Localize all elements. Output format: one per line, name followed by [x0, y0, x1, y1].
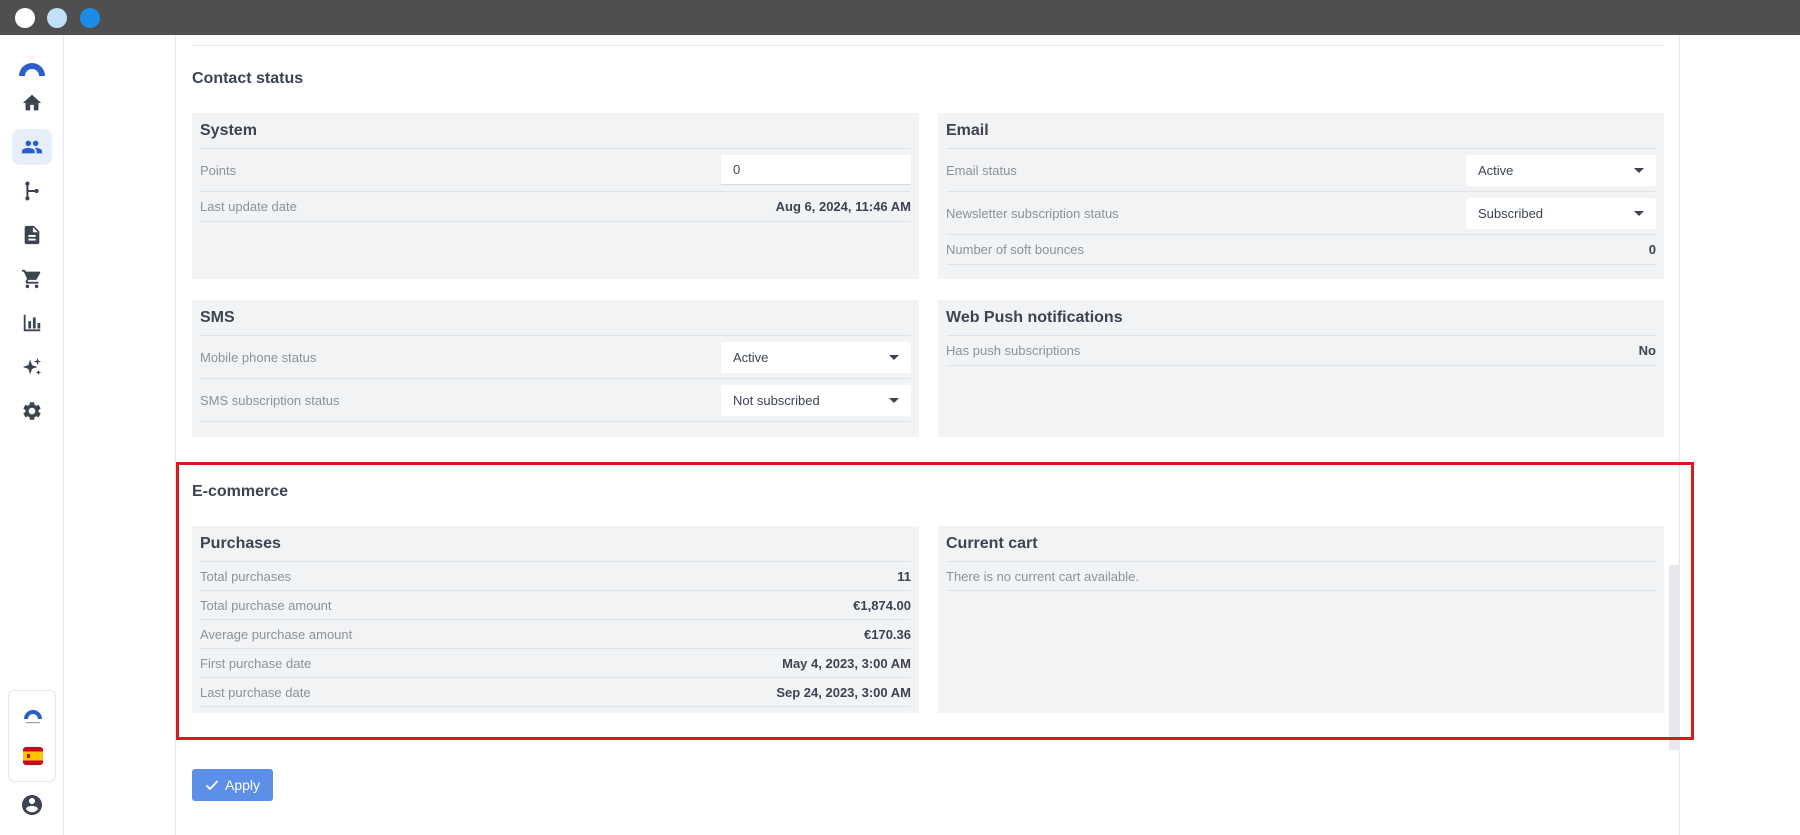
scrollbar[interactable] [1669, 565, 1679, 750]
table-row: Last purchase date Sep 24, 2023, 3:00 AM [200, 678, 911, 707]
newsletter-row: Newsletter subscription status Subscribe… [946, 192, 1656, 235]
soft-bounces-row: Number of soft bounces 0 [946, 235, 1656, 265]
empty-cart-row: There is no current cart available. [946, 562, 1656, 591]
flow-icon [25, 181, 39, 201]
ecommerce-title: E-commerce [192, 483, 289, 500]
sidebar-item-contacts[interactable] [12, 129, 52, 165]
sidebar-item-documents[interactable] [12, 217, 52, 253]
soft-bounces-value: 0 [1648, 242, 1656, 257]
last-update-row: Last update date Aug 6, 2024, 11:46 AM [200, 192, 911, 222]
table-row: Total purchases 11 [200, 562, 911, 591]
window-minimize-button[interactable] [47, 8, 67, 28]
cart-icon [21, 269, 41, 289]
sms-subscription-row: SMS subscription status Not subscribed [200, 379, 911, 422]
user-account-icon[interactable] [20, 793, 44, 817]
window-titlebar [0, 0, 1800, 35]
sparkle-icon [22, 357, 42, 376]
system-panel-title: System [200, 122, 257, 139]
purchases-panel: Purchases Total purchases 11 Total purch… [192, 526, 919, 713]
email-panel: Email Email status Active Newsletter sub… [938, 113, 1664, 279]
divider [192, 45, 1664, 46]
email-status-row: Email status Active [946, 149, 1656, 192]
sms-subscription-value: Not subscribed [733, 392, 820, 408]
total-purchases-value: 11 [897, 568, 911, 584]
web-push-panel-title: Web Push notifications [946, 309, 1123, 326]
sidebar-item-settings[interactable] [12, 393, 52, 429]
points-input[interactable]: 0 [721, 155, 911, 185]
first-purchase-date-value: May 4, 2023, 3:00 AM [782, 655, 911, 671]
sidebar-bottom-group [8, 690, 56, 782]
chevron-down-icon [889, 354, 899, 360]
total-purchase-amount-value: €1,874.00 [853, 597, 911, 613]
has-push-label: Has push subscriptions [946, 343, 1081, 358]
apply-button[interactable]: Apply [192, 769, 273, 801]
sidebar-item-home[interactable] [12, 85, 52, 121]
last-purchase-date-label: Last purchase date [200, 684, 311, 700]
points-label: Points [200, 162, 237, 178]
total-purchases-label: Total purchases [200, 568, 292, 584]
table-row: Average purchase amount €170.36 [200, 620, 911, 649]
soft-bounces-label: Number of soft bounces [946, 242, 1085, 257]
last-update-label: Last update date [200, 199, 297, 214]
last-update-value: Aug 6, 2024, 11:46 AM [775, 199, 911, 214]
purchases-panel-title: Purchases [200, 535, 281, 552]
sidebar-item-ecommerce[interactable] [12, 261, 52, 297]
mobile-status-row: Mobile phone status Active [200, 336, 911, 379]
home-icon [22, 94, 42, 111]
current-cart-panel-title: Current cart [946, 535, 1038, 552]
web-push-panel: Web Push notifications Has push subscrip… [938, 300, 1664, 437]
chevron-down-icon [889, 397, 899, 403]
spain-flag-icon[interactable] [23, 747, 43, 765]
apply-button-label: Apply [224, 777, 261, 793]
check-icon [205, 780, 219, 791]
has-push-row: Has push subscriptions No [946, 336, 1656, 366]
chevron-down-icon [1634, 210, 1644, 216]
newsletter-label: Newsletter subscription status [946, 205, 1119, 221]
last-purchase-date-value: Sep 24, 2023, 3:00 AM [776, 684, 911, 700]
table-row: First purchase date May 4, 2023, 3:00 AM [200, 649, 911, 678]
sms-subscription-select[interactable]: Not subscribed [721, 384, 911, 416]
email-status-select[interactable]: Active [1466, 154, 1656, 186]
total-purchase-amount-label: Total purchase amount [200, 597, 332, 613]
current-cart-panel: Current cart There is no current cart av… [938, 526, 1664, 713]
account-logo-icon[interactable] [22, 705, 44, 727]
chevron-down-icon [1634, 167, 1644, 173]
sidebar-item-reports[interactable] [12, 305, 52, 341]
sms-panel-title: SMS [200, 309, 235, 326]
email-panel-title: Email [946, 122, 989, 139]
newsletter-value: Subscribed [1478, 205, 1544, 221]
contact-status-title: Contact status [192, 70, 304, 87]
table-row: Total purchase amount €1,874.00 [200, 591, 911, 620]
sms-subscription-label: SMS subscription status [200, 392, 340, 408]
window-close-button[interactable] [15, 8, 35, 28]
average-purchase-amount-label: Average purchase amount [200, 626, 353, 642]
email-status-label: Email status [946, 162, 1017, 178]
sms-panel: SMS Mobile phone status Active SMS subsc… [192, 300, 919, 437]
contacts-icon [21, 140, 43, 154]
window-maximize-button[interactable] [80, 8, 100, 28]
points-row: Points 0 [200, 149, 911, 192]
app-logo-icon[interactable] [16, 55, 48, 79]
sidebar [0, 35, 64, 835]
has-push-value: No [1638, 343, 1656, 358]
system-panel: System Points 0 Last update date Aug 6, … [192, 113, 919, 279]
mobile-status-select[interactable]: Active [721, 341, 911, 373]
newsletter-select[interactable]: Subscribed [1466, 197, 1656, 229]
empty-cart-message: There is no current cart available. [946, 568, 1139, 584]
gear-icon [23, 402, 41, 420]
bar-chart-icon [23, 314, 41, 332]
first-purchase-date-label: First purchase date [200, 655, 312, 671]
main-content: Contact status System Points 0 Last upda… [175, 35, 1680, 835]
sidebar-item-ai[interactable] [12, 349, 52, 385]
email-status-value: Active [1478, 162, 1514, 178]
sidebar-item-flows[interactable] [12, 173, 52, 209]
mobile-status-value: Active [733, 349, 769, 365]
mobile-status-label: Mobile phone status [200, 349, 317, 365]
document-icon [24, 225, 40, 245]
average-purchase-amount-value: €170.36 [864, 626, 911, 642]
